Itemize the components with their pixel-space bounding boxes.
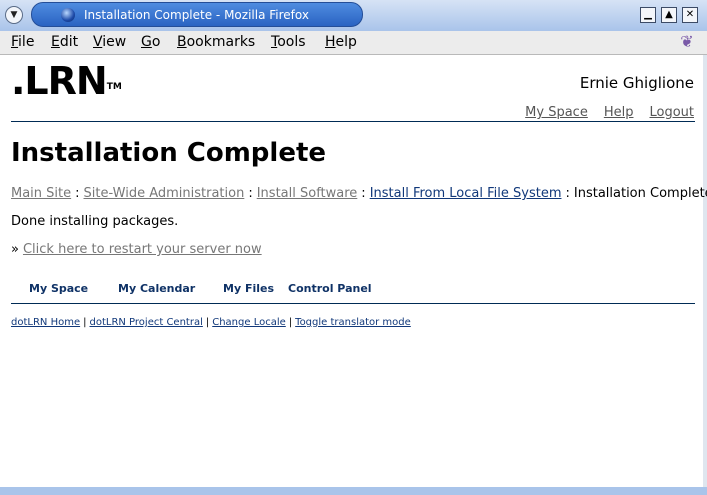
minimize-icon[interactable]: ▁ (640, 7, 656, 23)
menu-go[interactable]: Go (141, 34, 160, 50)
breadcrumb-separator: : (565, 186, 570, 201)
breadcrumb-current: Installation Complete (573, 186, 707, 201)
footer-separator: | (205, 317, 210, 328)
restart-prefix: » (11, 242, 19, 257)
menu-tools[interactable]: Tools (271, 34, 306, 50)
menu-bookmarks[interactable]: Bookmarks (177, 34, 255, 50)
window-title-pill: Installation Complete - Mozilla Firefox (31, 2, 363, 27)
status-message: Done installing packages. (11, 214, 179, 229)
restart-line: » Click here to restart your server now (11, 242, 262, 257)
footer-separator: | (83, 317, 87, 328)
breadcrumb-install-local[interactable]: Install From Local File System (370, 186, 562, 201)
menu-view[interactable]: View (93, 34, 126, 50)
breadcrumb-main-site[interactable]: Main Site (11, 186, 71, 201)
window-titlebar: ▼ Installation Complete - Mozilla Firefo… (0, 0, 707, 31)
throbber-icon: ❦ (680, 32, 694, 51)
my-space-link[interactable]: My Space (525, 105, 588, 120)
breadcrumb-separator: : (75, 186, 80, 201)
help-link[interactable]: Help (604, 105, 634, 120)
footer-toggle-translator[interactable]: Toggle translator mode (295, 317, 411, 328)
firefox-icon (61, 7, 75, 22)
page-title: Installation Complete (11, 138, 327, 168)
menu-help[interactable]: Help (325, 34, 357, 50)
tab-my-calendar[interactable]: My Calendar (118, 282, 195, 295)
header-links: My Space Help Logout (509, 105, 694, 120)
footer-dotlrn-home[interactable]: dotLRN Home (11, 317, 80, 328)
maximize-icon[interactable]: ▲ (661, 7, 677, 23)
tab-control-panel[interactable]: Control Panel (288, 282, 372, 295)
page-content: .LRNTM Ernie Ghiglione My Space Help Logou… (0, 55, 707, 487)
status-bar (0, 487, 707, 495)
tab-my-space[interactable]: My Space (29, 282, 88, 295)
close-icon[interactable]: ✕ (682, 7, 698, 23)
breadcrumb-separator: : (248, 186, 253, 201)
menu-file[interactable]: File (11, 34, 34, 50)
footer-change-locale[interactable]: Change Locale (212, 317, 286, 328)
menu-edit[interactable]: Edit (51, 34, 78, 50)
header-divider (11, 121, 695, 122)
breadcrumb-site-wide-admin[interactable]: Site-Wide Administration (84, 186, 245, 201)
window-menu-icon[interactable]: ▼ (5, 6, 23, 24)
breadcrumb-install-software[interactable]: Install Software (257, 186, 358, 201)
footer-project-central[interactable]: dotLRN Project Central (89, 317, 202, 328)
window-title: Installation Complete - Mozilla Firefox (84, 7, 309, 22)
tab-my-files[interactable]: My Files (223, 282, 274, 295)
breadcrumb-separator: : (361, 186, 366, 201)
portal-nav-tabs: My Space My Calendar My Files Control Pa… (11, 282, 695, 304)
user-name: Ernie Ghiglione (579, 74, 694, 92)
footer-separator: | (288, 317, 293, 328)
restart-server-link[interactable]: Click here to restart your server now (23, 242, 262, 257)
breadcrumb: Main Site: Site-Wide Administration: Insta… (11, 186, 707, 201)
menu-bar: File Edit View Go Bookmarks Tools Help ❦ (0, 31, 707, 55)
footer-links: dotLRN Home | dotLRN Project Central | Chang… (11, 317, 411, 328)
dotlrn-logo[interactable]: .LRNTM (11, 59, 122, 103)
logout-link[interactable]: Logout (649, 105, 694, 120)
